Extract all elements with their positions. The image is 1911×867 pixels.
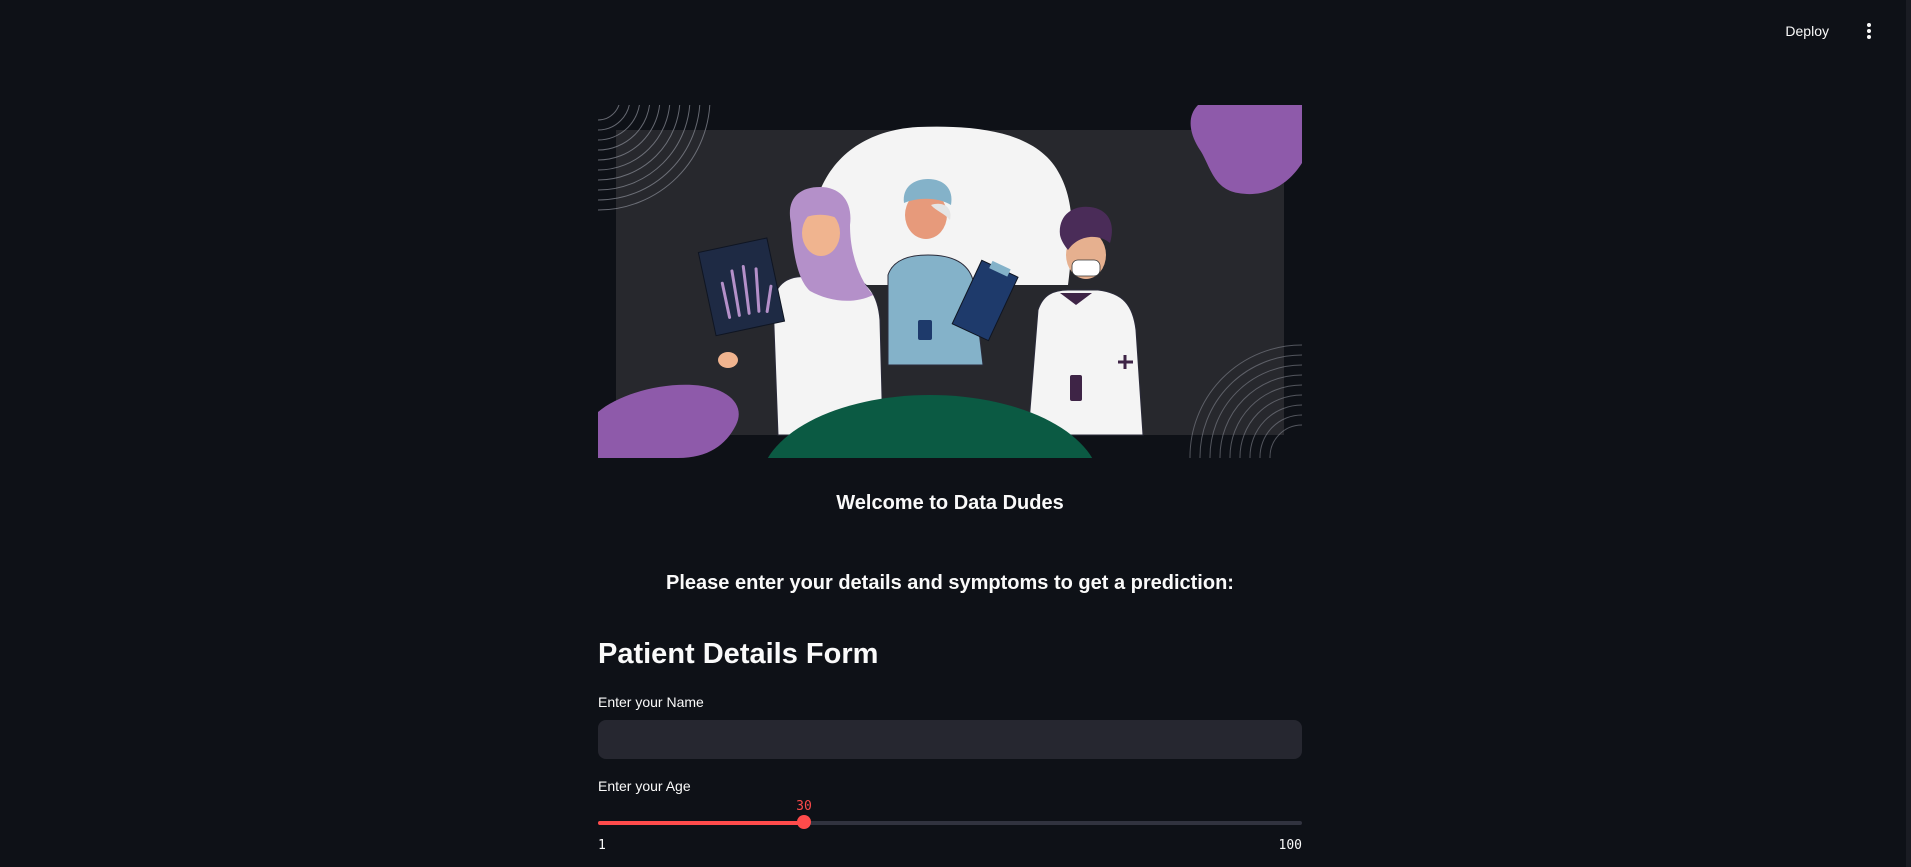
age-slider-max: 100 bbox=[1278, 838, 1302, 853]
hero-image bbox=[598, 105, 1302, 458]
deploy-button[interactable]: Deploy bbox=[1775, 18, 1839, 44]
age-field-label: Enter your Age bbox=[598, 778, 691, 794]
age-slider-fill bbox=[598, 821, 804, 825]
app-root: Deploy Welcome to Data Dudes Please ente… bbox=[0, 0, 1911, 867]
age-slider-min: 1 bbox=[598, 838, 606, 853]
form-title: Patient Details Form bbox=[598, 638, 879, 670]
welcome-heading: Welcome to Data Dudes bbox=[836, 492, 1064, 514]
instructions-heading: Please enter your details and symptoms t… bbox=[666, 572, 1234, 594]
name-field-label: Enter your Name bbox=[598, 694, 704, 710]
age-slider-thumb[interactable] bbox=[797, 815, 811, 829]
age-slider-value: 30 bbox=[796, 799, 812, 814]
page-scrollbar[interactable] bbox=[1906, 0, 1911, 867]
main-menu-button[interactable] bbox=[1857, 16, 1881, 46]
doctors-illustration bbox=[598, 105, 1302, 458]
top-header: Deploy bbox=[0, 0, 1911, 60]
name-input[interactable] bbox=[598, 720, 1302, 759]
age-slider-track[interactable] bbox=[598, 821, 1302, 825]
vertical-ellipsis-icon bbox=[1867, 23, 1871, 39]
